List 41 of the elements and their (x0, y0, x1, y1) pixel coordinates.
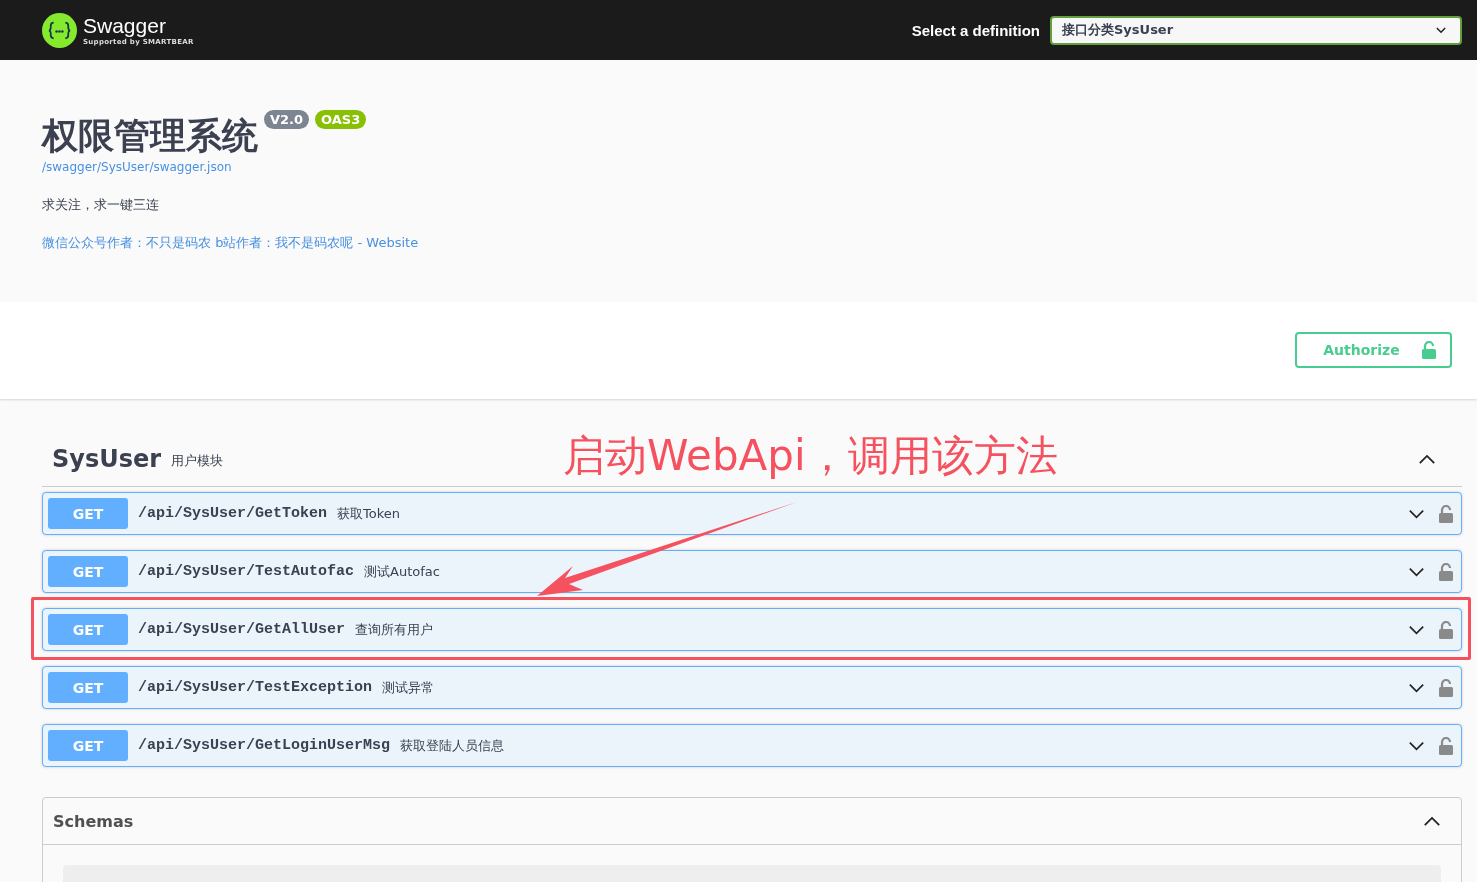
spec-badge: OAS3 (315, 110, 367, 129)
operation-summary: 测试Autofac (364, 562, 440, 581)
operation-row[interactable]: GET /api/SysUser/TestException 测试异常 (42, 666, 1462, 709)
operation-path: /api/SysUser/GetAllUser (138, 621, 346, 638)
annotation-text: 启动WebApi，调用该方法 (563, 430, 1058, 482)
operation-path: /api/SysUser/GetLoginUserMsg (138, 737, 391, 754)
api-description: 求关注，求一键三连 (42, 196, 160, 214)
definition-select[interactable]: 接口分类SysUser (1050, 15, 1462, 45)
operation-summary: 测试异常 (382, 678, 435, 697)
unlocked-lock-icon[interactable] (1439, 562, 1453, 581)
operation-summary: 查询所有用户 (355, 620, 434, 639)
method-badge: GET (48, 556, 128, 587)
swagger-logo-icon (42, 12, 77, 48)
chevron-icon[interactable] (1423, 815, 1441, 827)
operation-path: /api/SysUser/TestAutofac (138, 563, 355, 580)
schemas-title: Schemas (53, 811, 134, 831)
method-badge: GET (48, 730, 128, 761)
unlocked-lock-icon[interactable] (1439, 736, 1453, 755)
api-title: 权限管理系统 (42, 114, 258, 158)
version-badge: V2.0 (264, 110, 310, 129)
unlocked-lock-icon[interactable] (1439, 678, 1453, 697)
operation-row[interactable]: GET /api/SysUser/GetLoginUserMsg 获取登陆人员信息 (42, 724, 1462, 767)
unlocked-lock-icon[interactable] (1439, 504, 1453, 523)
tag-description: 用户模块 (171, 452, 224, 470)
operation-summary: 获取Token (337, 504, 401, 523)
chevron-down-icon (1436, 26, 1446, 34)
chevron-icon[interactable] (1418, 453, 1436, 465)
unlocked-lock-icon (1421, 341, 1436, 359)
tag-name: SysUser (52, 445, 162, 473)
method-badge: GET (48, 614, 128, 645)
operation-path: /api/SysUser/GetToken (138, 505, 328, 522)
operation-row[interactable]: GET /api/SysUser/GetToken 获取Token (42, 492, 1462, 535)
select-label: Select a definition (911, 21, 1040, 39)
method-badge: GET (48, 498, 128, 529)
logo-title: Swagger (83, 14, 167, 38)
operation-row[interactable]: GET /api/SysUser/GetAllUser 查询所有用户 (42, 608, 1462, 651)
unlocked-lock-icon[interactable] (1439, 620, 1453, 639)
operation-path: /api/SysUser/TestException (138, 679, 373, 696)
operation-row[interactable]: GET /api/SysUser/TestAutofac 测试Autofac (42, 550, 1462, 593)
method-badge: GET (48, 672, 128, 703)
operation-summary: 获取登陆人员信息 (400, 736, 505, 755)
